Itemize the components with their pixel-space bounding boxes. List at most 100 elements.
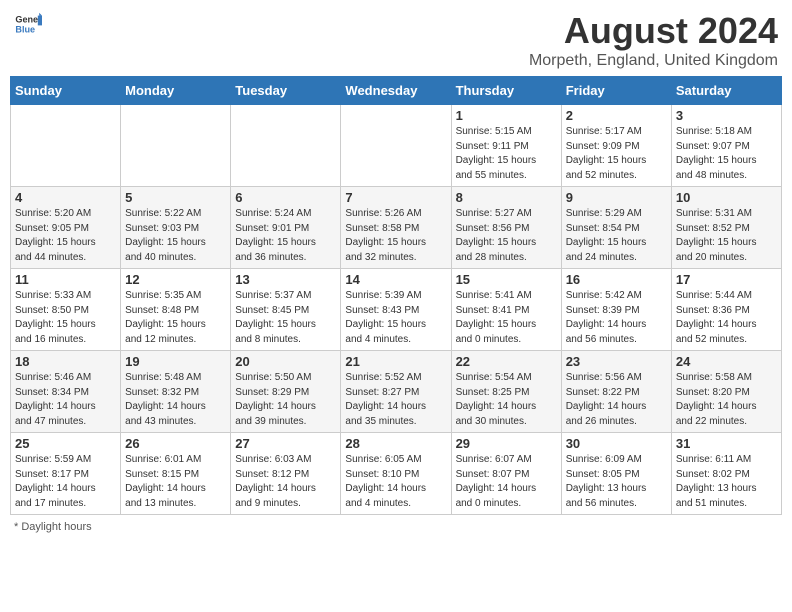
calendar-cell: 4 Sunrise: 5:20 AMSunset: 9:05 PMDaylight…	[11, 187, 121, 269]
day-info: Sunrise: 5:59 AMSunset: 8:17 PMDaylight:…	[15, 453, 116, 511]
calendar-cell: 29Sunrise: 6:07 AMSunset: 8:07 PMDayligh…	[451, 433, 561, 515]
calendar-cell: 25 Sunrise: 5:59 AMSunset: 8:17 PMDayligh…	[11, 433, 121, 515]
day-number: 10	[676, 190, 777, 205]
title-area: August 2024 Morpeth, England, United Kin…	[529, 10, 778, 70]
day-info: Sunrise: 5:46 AMSunset: 8:34 PMDaylight:…	[15, 371, 116, 429]
day-info: Sunrise: 5:37 AMSunset: 8:45 PMDaylight:…	[235, 289, 336, 347]
day-number: 9	[566, 190, 667, 205]
day-info: Sunrise: 6:05 AMSunset: 8:10 PMDaylight:…	[345, 453, 446, 511]
svg-text:Blue: Blue	[15, 24, 35, 34]
day-number: 24	[676, 354, 777, 369]
calendar-cell: 9Sunrise: 5:29 AMSunset: 8:54 PMDaylight…	[561, 187, 671, 269]
calendar-cell: 2Sunrise: 5:17 AMSunset: 9:09 PMDaylight…	[561, 105, 671, 187]
day-info: Sunrise: 5:22 AMSunset: 9:03 PMDaylight:…	[125, 207, 226, 265]
day-number: 19	[125, 354, 226, 369]
header: General Blue August 2024 Morpeth, Englan…	[10, 10, 782, 70]
day-number: 4	[15, 190, 116, 205]
main-title: August 2024	[529, 10, 778, 52]
logo: General Blue	[14, 10, 42, 38]
calendar-cell: 17 Sunrise: 5:44 AMSunset: 8:36 PMDayligh…	[671, 269, 781, 351]
day-header-wednesday: Wednesday	[341, 77, 451, 105]
day-header-sunday: Sunday	[11, 77, 121, 105]
day-number: 28	[345, 436, 446, 451]
day-info: Sunrise: 5:58 AMSunset: 8:20 PMDaylight:…	[676, 371, 777, 429]
day-header-tuesday: Tuesday	[231, 77, 341, 105]
day-info: Sunrise: 5:41 AMSunset: 8:41 PMDaylight:…	[456, 289, 557, 347]
day-info: Sunrise: 6:11 AMSunset: 8:02 PMDaylight:…	[676, 453, 777, 511]
calendar-cell: 27 Sunrise: 6:03 AMSunset: 8:12 PMDayligh…	[231, 433, 341, 515]
day-number: 1	[456, 108, 557, 123]
day-number: 6	[235, 190, 336, 205]
day-header-friday: Friday	[561, 77, 671, 105]
day-number: 27	[235, 436, 336, 451]
day-info: Sunrise: 5:24 AMSunset: 9:01 PMDaylight:…	[235, 207, 336, 265]
calendar-cell: 16 Sunrise: 5:42 AMSunset: 8:39 PMDayligh…	[561, 269, 671, 351]
calendar-cell: 7 Sunrise: 5:26 AMSunset: 8:58 PMDaylight…	[341, 187, 451, 269]
day-info: Sunrise: 6:09 AMSunset: 8:05 PMDaylight:…	[566, 453, 667, 511]
day-info: Sunrise: 5:26 AMSunset: 8:58 PMDaylight:…	[345, 207, 446, 265]
day-number: 13	[235, 272, 336, 287]
footer-note: * Daylight hours	[10, 521, 782, 533]
calendar-cell: 6 Sunrise: 5:24 AMSunset: 9:01 PMDaylight…	[231, 187, 341, 269]
calendar-cell: 21Sunrise: 5:52 AMSunset: 8:27 PMDayligh…	[341, 351, 451, 433]
calendar-cell	[231, 105, 341, 187]
calendar-cell	[341, 105, 451, 187]
calendar-cell	[11, 105, 121, 187]
day-info: Sunrise: 5:18 AMSunset: 9:07 PMDaylight:…	[676, 125, 777, 183]
day-header-thursday: Thursday	[451, 77, 561, 105]
calendar-cell: 1 Sunrise: 5:15 AMSunset: 9:11 PMDaylight…	[451, 105, 561, 187]
day-info: Sunrise: 5:44 AMSunset: 8:36 PMDaylight:…	[676, 289, 777, 347]
calendar-cell: 5Sunrise: 5:22 AMSunset: 9:03 PMDaylight…	[121, 187, 231, 269]
day-number: 20	[235, 354, 336, 369]
day-number: 7	[345, 190, 446, 205]
calendar-cell	[121, 105, 231, 187]
calendar-cell: 13 Sunrise: 5:37 AMSunset: 8:45 PMDayligh…	[231, 269, 341, 351]
day-number: 3	[676, 108, 777, 123]
day-info: Sunrise: 5:39 AMSunset: 8:43 PMDaylight:…	[345, 289, 446, 347]
day-info: Sunrise: 5:35 AMSunset: 8:48 PMDaylight:…	[125, 289, 226, 347]
day-info: Sunrise: 5:54 AMSunset: 8:25 PMDaylight:…	[456, 371, 557, 429]
calendar-cell: 12 Sunrise: 5:35 AMSunset: 8:48 PMDayligh…	[121, 269, 231, 351]
calendar-cell: 11 Sunrise: 5:33 AMSunset: 8:50 PMDayligh…	[11, 269, 121, 351]
day-info: Sunrise: 5:31 AMSunset: 8:52 PMDaylight:…	[676, 207, 777, 265]
calendar-cell: 24 Sunrise: 5:58 AMSunset: 8:20 PMDayligh…	[671, 351, 781, 433]
day-number: 14	[345, 272, 446, 287]
calendar-cell: 30 Sunrise: 6:09 AMSunset: 8:05 PMDayligh…	[561, 433, 671, 515]
day-number: 18	[15, 354, 116, 369]
day-number: 23	[566, 354, 667, 369]
calendar-cell: 31 Sunrise: 6:11 AMSunset: 8:02 PMDayligh…	[671, 433, 781, 515]
calendar-cell: 23 Sunrise: 5:56 AMSunset: 8:22 PMDayligh…	[561, 351, 671, 433]
day-header-monday: Monday	[121, 77, 231, 105]
calendar-cell: 22 Sunrise: 5:54 AMSunset: 8:25 PMDayligh…	[451, 351, 561, 433]
day-number: 16	[566, 272, 667, 287]
day-number: 25	[15, 436, 116, 451]
day-info: Sunrise: 5:56 AMSunset: 8:22 PMDaylight:…	[566, 371, 667, 429]
day-number: 8	[456, 190, 557, 205]
calendar-cell: 19 Sunrise: 5:48 AMSunset: 8:32 PMDayligh…	[121, 351, 231, 433]
calendar-cell: 15 Sunrise: 5:41 AMSunset: 8:41 PMDayligh…	[451, 269, 561, 351]
day-info: Sunrise: 5:48 AMSunset: 8:32 PMDaylight:…	[125, 371, 226, 429]
day-info: Sunrise: 6:03 AMSunset: 8:12 PMDaylight:…	[235, 453, 336, 511]
day-info: Sunrise: 5:17 AMSunset: 9:09 PMDaylight:…	[566, 125, 667, 183]
day-number: 12	[125, 272, 226, 287]
calendar-cell: 20 Sunrise: 5:50 AMSunset: 8:29 PMDayligh…	[231, 351, 341, 433]
day-number: 30	[566, 436, 667, 451]
calendar-cell: 10 Sunrise: 5:31 AMSunset: 8:52 PMDayligh…	[671, 187, 781, 269]
calendar-cell: 14 Sunrise: 5:39 AMSunset: 8:43 PMDayligh…	[341, 269, 451, 351]
day-info: Sunrise: 5:50 AMSunset: 8:29 PMDaylight:…	[235, 371, 336, 429]
day-info: Sunrise: 5:42 AMSunset: 8:39 PMDaylight:…	[566, 289, 667, 347]
day-info: Sunrise: 5:15 AMSunset: 9:11 PMDaylight:…	[456, 125, 557, 183]
day-number: 17	[676, 272, 777, 287]
day-number: 21	[345, 354, 446, 369]
day-info: Sunrise: 5:27 AMSunset: 8:56 PMDaylight:…	[456, 207, 557, 265]
day-info: Sunrise: 5:33 AMSunset: 8:50 PMDaylight:…	[15, 289, 116, 347]
day-info: Sunrise: 6:01 AMSunset: 8:15 PMDaylight:…	[125, 453, 226, 511]
day-number: 15	[456, 272, 557, 287]
day-number: 22	[456, 354, 557, 369]
day-info: Sunrise: 5:20 AMSunset: 9:05 PMDaylight:…	[15, 207, 116, 265]
calendar-cell: 8 Sunrise: 5:27 AMSunset: 8:56 PMDaylight…	[451, 187, 561, 269]
day-number: 11	[15, 272, 116, 287]
calendar-cell: 28 Sunrise: 6:05 AMSunset: 8:10 PMDayligh…	[341, 433, 451, 515]
day-number: 31	[676, 436, 777, 451]
subtitle: Morpeth, England, United Kingdom	[529, 52, 778, 70]
